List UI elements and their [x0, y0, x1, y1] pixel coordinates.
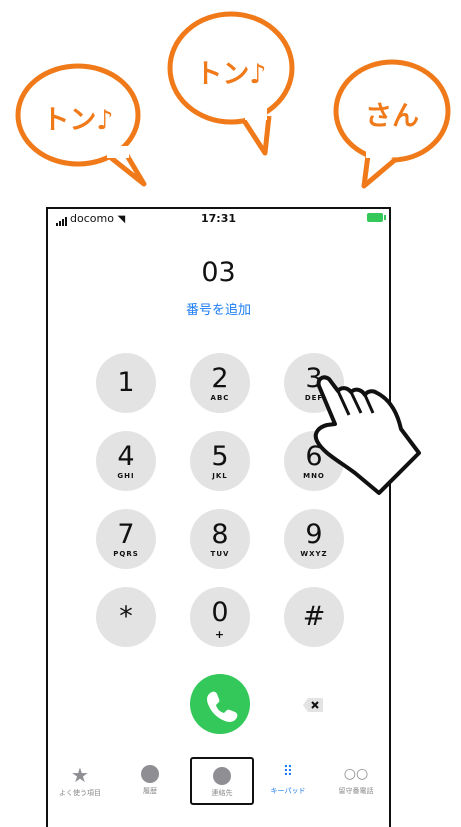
- keypad-icon: ⠿: [282, 764, 294, 780]
- key-digit: 4: [117, 441, 135, 472]
- bubble-text: トン♪: [195, 59, 267, 90]
- key-8[interactable]: 8 TUV: [190, 509, 250, 569]
- phone-icon: [207, 691, 238, 722]
- tab-label: よく使う項目: [59, 789, 101, 797]
- key-7[interactable]: 7 PQRS: [96, 509, 156, 569]
- key-letters: ABC: [210, 394, 230, 402]
- key-digit: #: [302, 601, 326, 632]
- key-digit: *: [119, 601, 133, 632]
- call-button[interactable]: [190, 674, 250, 734]
- tab-voicemail[interactable]: ○○ 留守番電話: [324, 757, 388, 813]
- tab-label: 連絡先: [211, 789, 233, 797]
- bubble-text: トン♪: [42, 105, 114, 136]
- tab-label: キーパッド: [270, 787, 306, 795]
- key-hash[interactable]: #: [284, 587, 344, 647]
- key-letters: TUV: [210, 550, 230, 558]
- tab-label: 履歴: [143, 787, 157, 795]
- key-digit: 1: [117, 367, 135, 398]
- key-2[interactable]: 2 ABC: [190, 353, 250, 413]
- key-star[interactable]: *: [96, 587, 156, 647]
- speech-bubble-3: さん: [330, 58, 455, 189]
- key-letters: GHI: [117, 472, 135, 480]
- key-digit: 2: [211, 363, 229, 394]
- contact-icon: [213, 767, 231, 785]
- tab-recents[interactable]: 履歴: [118, 757, 182, 813]
- speech-bubble-1: トン♪: [12, 62, 147, 187]
- key-0[interactable]: 0 +: [190, 587, 250, 647]
- tab-keypad[interactable]: ⠿ キーパッド: [256, 757, 320, 813]
- key-1[interactable]: 1: [96, 353, 156, 413]
- key-digit: 9: [305, 519, 323, 550]
- star-icon: ★: [71, 763, 89, 787]
- battery-icon: [367, 213, 386, 222]
- key-digit: 5: [211, 441, 229, 472]
- key-letters: JKL: [212, 472, 228, 480]
- add-number-link[interactable]: 番号を追加: [48, 299, 389, 318]
- key-4[interactable]: 4 GHI: [96, 431, 156, 491]
- key-digit: 8: [211, 519, 229, 550]
- key-5[interactable]: 5 JKL: [190, 431, 250, 491]
- status-time: 17:31: [200, 212, 236, 225]
- tab-favorites[interactable]: ★ よく使う項目: [48, 757, 112, 813]
- phone-screen: docomo ◥ 17:31 03 番号を追加 1 2 ABC 3 DEF 4 GHI…: [46, 207, 421, 827]
- tab-contacts[interactable]: 連絡先: [190, 757, 254, 805]
- tab-label: 留守番電話: [338, 787, 374, 795]
- voicemail-icon: ○○: [343, 766, 369, 782]
- key-digit: 7: [117, 519, 135, 550]
- key-9[interactable]: 9 WXYZ: [284, 509, 344, 569]
- dialed-number: 03: [201, 257, 236, 288]
- key-digit: 0: [211, 597, 229, 628]
- tab-bar: ★ よく使う項目 履歴 連絡先 ⠿ キーパッド ○○ 留守番電話: [48, 757, 389, 817]
- status-bar: docomo ◥ 17:31: [48, 211, 389, 227]
- bubble-text: さん: [365, 101, 419, 132]
- hand-pointer-icon: [313, 375, 421, 495]
- key-letters: PQRS: [113, 550, 139, 558]
- clock-icon: [141, 765, 159, 783]
- delete-button[interactable]: [302, 697, 324, 713]
- key-letters: +: [214, 628, 226, 641]
- delete-icon: [303, 698, 323, 712]
- key-letters: WXYZ: [300, 550, 328, 558]
- speech-bubble-2: トン♪: [165, 10, 300, 156]
